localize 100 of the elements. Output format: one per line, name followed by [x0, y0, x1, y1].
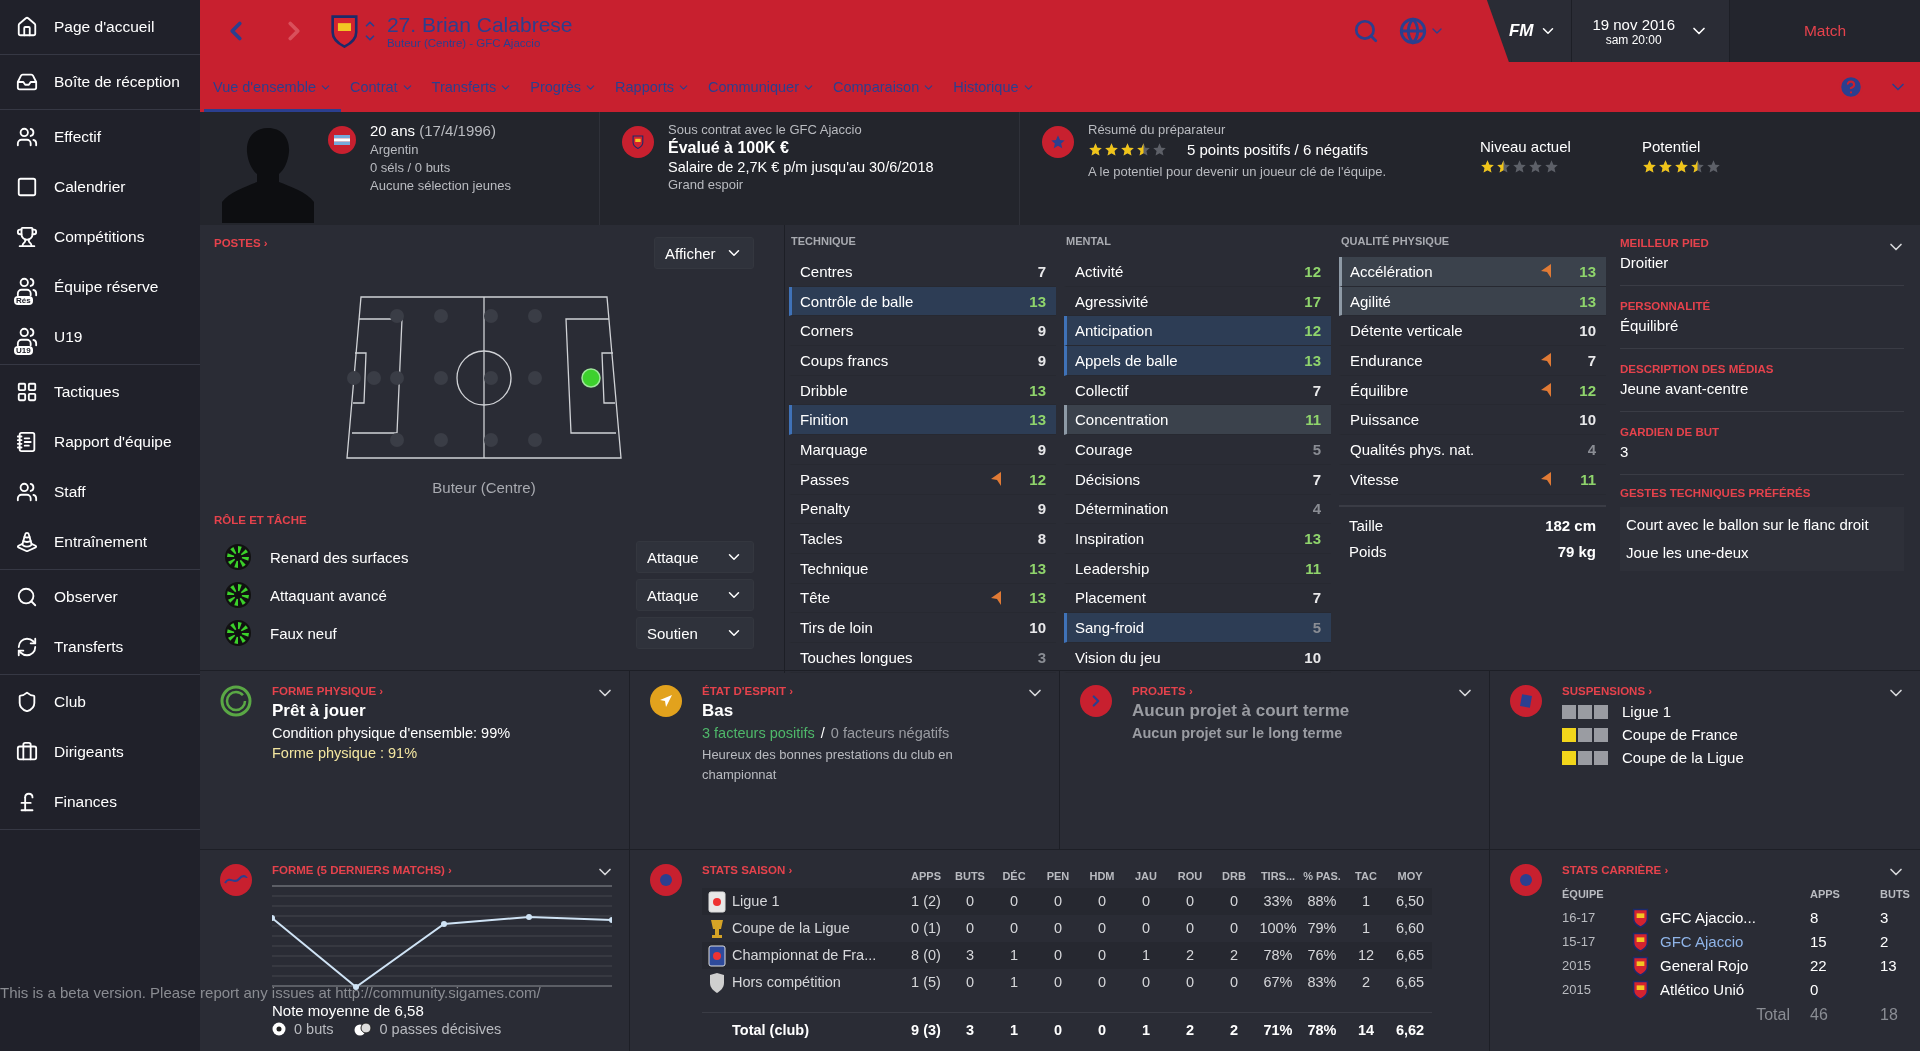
attribute-row: Vitesse 11 [1339, 464, 1606, 495]
stat-cell-text: 0 [1140, 919, 1152, 938]
sidebar-item[interactable]: Club [0, 677, 200, 727]
sidebar-item[interactable]: Dirigeants [0, 727, 200, 777]
stat-cell-text: 0 [964, 919, 976, 938]
star-icon [1706, 159, 1721, 174]
position-label: Buteur (Centre) [432, 479, 536, 496]
player-value: Évalué à 100K € [668, 139, 790, 157]
sidebar-item[interactable]: Rapport d'équipe [0, 417, 200, 467]
goals-cell-text: 2 [1880, 932, 1890, 952]
column-header: ROU [1176, 869, 1204, 884]
long-term-project: Aucun projet sur le long terme [1132, 725, 1344, 741]
card-circle-icon [1510, 685, 1542, 717]
stat-cell-text: 83% [1306, 973, 1338, 992]
club-badge-icon [1632, 908, 1649, 928]
menu-icon [16, 71, 38, 93]
total-cell-text: 78% [1306, 1021, 1338, 1040]
detail-value: Équilibré [1620, 317, 1680, 334]
card-title-link[interactable]: PROJETS › [1132, 685, 1193, 697]
sidebar-item[interactable]: Transferts [0, 622, 200, 672]
column-header: DÉC [1001, 869, 1027, 884]
star-icon [1642, 159, 1657, 174]
sidebar-item[interactable]: Effectif [0, 112, 200, 162]
view-dropdown[interactable]: Afficher [654, 237, 754, 269]
season-cell-text: 15-17 [1562, 933, 1597, 951]
brand-menu[interactable]: FM [1494, 0, 1573, 62]
competition-name: Coupe de la Ligue [1622, 749, 1744, 766]
column-header: JAU [1134, 869, 1158, 884]
sidebar-item[interactable]: Tactiques [0, 367, 200, 417]
column-header: APPS [910, 869, 942, 884]
total-cell-text: 6,62 [1394, 1021, 1426, 1040]
total-cell-text: 71% [1262, 1021, 1294, 1040]
competition-name: Ligue 1 [1622, 703, 1672, 720]
club-badge-icon [1632, 932, 1649, 952]
stat-cell: 0 [1124, 888, 1168, 915]
attribute-row: Inspiration 13 [1064, 524, 1331, 554]
stat-cell-text: 0 [1096, 919, 1108, 938]
star-icon [1544, 159, 1559, 174]
column-header: HDM [1088, 869, 1116, 884]
stat-cell: 0 [1080, 888, 1124, 915]
column-header: MOY [1396, 869, 1424, 884]
trait-item: Court avec le ballon sur le flanc droit [1626, 515, 1870, 535]
attribute-row: Agilité 13 [1339, 286, 1606, 317]
sidebar-item[interactable]: Compétitions [0, 212, 200, 262]
assists-count: 0 passes décisives [379, 1021, 502, 1037]
sidebar-item[interactable]: Boîte de réception [0, 57, 200, 107]
star-icon [1088, 142, 1103, 157]
star-badge-icon [1042, 126, 1074, 158]
stat-cell: 1 (2) [904, 888, 948, 915]
menu-icon [16, 176, 38, 198]
star-icon [1104, 142, 1119, 157]
stat-cell-text: 0 [1096, 973, 1108, 992]
column-header: % PAS. [1302, 869, 1342, 884]
match-fitness: Forme physique : 91% [272, 745, 419, 761]
positions-link[interactable]: POSTES › [214, 237, 268, 249]
stat-cell-text: 1 [1008, 973, 1020, 992]
competition-cell: Ligue 1 [732, 888, 904, 915]
sidebar-item[interactable]: Entraînement [0, 517, 200, 567]
stat-cell: 1 [1124, 942, 1168, 969]
sidebar-item[interactable]: Page d'accueil [0, 2, 200, 52]
stat-cell-text: 2 [1360, 973, 1372, 992]
chevron-circle-icon [1080, 685, 1112, 717]
duty-dropdown[interactable]: Soutien [636, 617, 754, 649]
sidebar-item[interactable]: Observer [0, 572, 200, 622]
match-button[interactable]: Match [1730, 0, 1920, 62]
star-icon [1674, 159, 1689, 174]
menu-icon [16, 741, 38, 763]
attribute-row: Technique 13 [789, 553, 1056, 584]
sidebar-item[interactable]: U19 U19 [0, 312, 200, 362]
team-cell-text: GFC Ajaccio... [1660, 908, 1757, 928]
attribute-row: Passes 12 [789, 464, 1056, 495]
menu-icon [16, 381, 38, 403]
sidebar-item[interactable]: Staff [0, 467, 200, 517]
total-cell-text: 1 [1140, 1021, 1152, 1040]
stat-cell: 0 [1168, 888, 1212, 915]
attribute-row: Centres 7 [789, 257, 1056, 287]
sidebar-item[interactable]: Calendrier [0, 162, 200, 212]
menu-icon [16, 326, 38, 348]
card-title-link[interactable]: SUSPENSIONS › [1562, 685, 1653, 697]
duty-dropdown[interactable]: Attaque [636, 579, 754, 611]
sidebar-item[interactable]: Finances [0, 777, 200, 827]
morale-icon [650, 685, 682, 717]
team-cell[interactable]: GFC Ajaccio [1660, 930, 1810, 954]
stat-cell-text: 0 [1228, 919, 1240, 938]
detail-heading: GESTES TECHNIQUES PRÉFÉRÉS [1620, 487, 1811, 499]
duty-dropdown[interactable]: Attaque [636, 541, 754, 573]
report-note: A le potentiel pour devenir un joueur clé de l'équipe. [1088, 163, 1388, 181]
form-circle-icon [220, 864, 252, 896]
attribute-row: Tirs de loin 10 [789, 613, 1056, 643]
attribute-row: Concentration 11 [1064, 405, 1331, 436]
stat-cell: 2 [1168, 942, 1212, 969]
menu-icon [16, 126, 38, 148]
stat-cell-text: 67% [1262, 973, 1294, 992]
stat-cell-text: 0 [1140, 973, 1152, 992]
attribute-row: Finition 13 [789, 405, 1056, 436]
menu-icon [16, 16, 38, 38]
stat-cell-text: 6,60 [1394, 919, 1426, 938]
stat-cell-text: 0 [1184, 973, 1196, 992]
sidebar-item[interactable]: Rés Équipe réserve [0, 262, 200, 312]
total-cell-text: 9 (3) [910, 1021, 942, 1040]
